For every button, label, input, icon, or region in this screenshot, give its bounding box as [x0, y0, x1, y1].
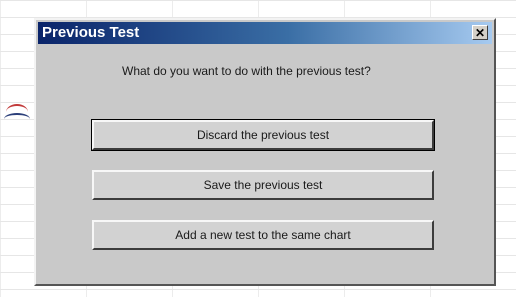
dialog-title: Previous Test — [42, 24, 140, 41]
discard-button-label: Discard the previous test — [196, 128, 330, 142]
save-button-label: Save the previous test — [203, 178, 323, 192]
background-chart-line-blue — [4, 113, 30, 125]
save-previous-test-button[interactable]: Save the previous test — [92, 170, 434, 200]
dialog-question: What do you want to do with the previous… — [122, 64, 371, 78]
add-new-test-button-label: Add a new test to the same chart — [175, 228, 351, 242]
previous-test-dialog: Previous Test ✕ What do you want to do w… — [34, 18, 496, 286]
discard-previous-test-button[interactable]: Discard the previous test — [91, 119, 435, 151]
add-new-test-button[interactable]: Add a new test to the same chart — [92, 220, 434, 250]
dialog-titlebar[interactable]: Previous Test ✕ — [38, 22, 492, 44]
close-button[interactable]: ✕ — [472, 25, 488, 40]
close-icon: ✕ — [474, 25, 486, 40]
